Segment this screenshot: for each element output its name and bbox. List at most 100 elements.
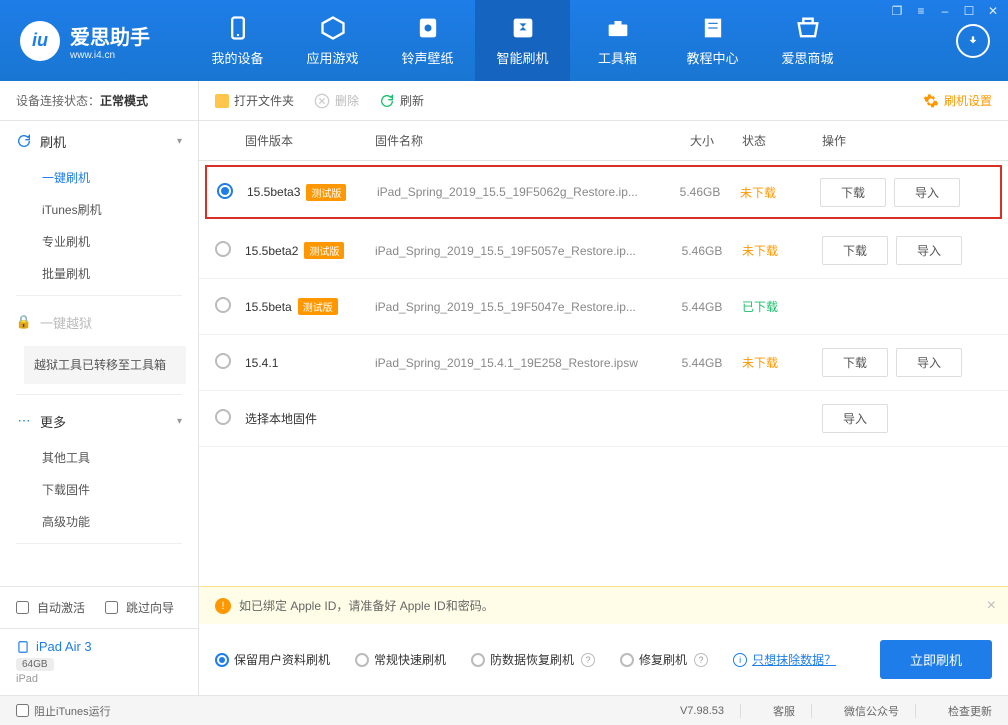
jailbreak-note: 越狱工具已转移至工具箱 xyxy=(24,346,186,384)
customer-service[interactable]: 客服 xyxy=(773,703,795,719)
menu-item-0-0[interactable]: 一键刷机 xyxy=(0,161,198,193)
radio[interactable] xyxy=(620,653,634,667)
window-maximize[interactable]: ☐ xyxy=(962,4,976,18)
firmware-status: 已下载 xyxy=(742,298,822,315)
app-url: www.i4.cn xyxy=(70,50,150,61)
version: V7.98.53 xyxy=(680,705,724,717)
flash-option-3[interactable]: 修复刷机? xyxy=(620,651,708,668)
import-button[interactable]: 导入 xyxy=(894,178,960,207)
firmware-row-2[interactable]: 15.5beta测试版 iPad_Spring_2019_15.5_19F504… xyxy=(199,279,1008,335)
firmware-status: 未下载 xyxy=(742,354,822,371)
menu-item-0-3[interactable]: 批量刷机 xyxy=(0,257,198,289)
device-info[interactable]: iPad Air 3 64GB iPad xyxy=(0,628,198,695)
firmware-size: 5.46GB xyxy=(662,244,742,258)
delete-button[interactable]: 删除 xyxy=(314,92,359,109)
app-title: 爱思助手 xyxy=(70,21,150,50)
firmware-version: 15.4.1 xyxy=(245,356,375,370)
flash-option-label: 防数据恢复刷机 xyxy=(490,651,574,668)
download-button[interactable]: 下载 xyxy=(820,178,886,207)
window-minimize[interactable]: – xyxy=(938,4,952,18)
import-button[interactable]: 导入 xyxy=(896,348,962,377)
row-radio[interactable] xyxy=(217,183,233,199)
firmware-version: 15.5beta测试版 xyxy=(245,298,375,315)
content: 打开文件夹 删除 刷新 刷机设置 固件版本 固件名称 大小 状态 操作 xyxy=(199,81,1008,695)
flash-option-0[interactable]: 保留用户资料刷机 xyxy=(215,651,330,668)
window-controls: ❐ ≡ – ☐ ✕ xyxy=(890,4,1000,18)
firmware-filename: iPad_Spring_2019_15.4.1_19E258_Restore.i… xyxy=(375,356,662,370)
firmware-row-0[interactable]: 15.5beta3测试版 iPad_Spring_2019_15.5_19F50… xyxy=(205,165,1002,219)
menu-item-2-2[interactable]: 高级功能 xyxy=(0,505,198,537)
alert-close[interactable]: × xyxy=(987,597,996,615)
refresh-icon xyxy=(379,93,395,109)
flash-now-button[interactable]: 立即刷机 xyxy=(880,640,992,679)
device-storage: 64GB xyxy=(16,658,54,671)
radio[interactable] xyxy=(471,653,485,667)
toolbox-icon xyxy=(604,14,632,42)
radio[interactable] xyxy=(215,653,229,667)
device-icon xyxy=(224,14,252,42)
row-actions: 下载导入 xyxy=(822,236,992,265)
firmware-row-1[interactable]: 15.5beta2测试版 iPad_Spring_2019_15.5_19F50… xyxy=(199,223,1008,279)
check-update[interactable]: 检查更新 xyxy=(948,703,992,719)
header: ❐ ≡ – ☐ ✕ iu 爱思助手 www.i4.cn 我的设备应用游戏铃声壁纸… xyxy=(0,0,1008,81)
chevron-down-icon: ▾ xyxy=(177,136,182,147)
nav-apps[interactable]: 应用游戏 xyxy=(285,0,380,81)
skip-guide-checkbox[interactable] xyxy=(105,601,118,614)
nav-music[interactable]: 铃声壁纸 xyxy=(380,0,475,81)
nav-store[interactable]: 爱思商城 xyxy=(760,0,855,81)
flash-option-label: 保留用户资料刷机 xyxy=(234,651,330,668)
refresh-button[interactable]: 刷新 xyxy=(379,92,424,109)
import-button[interactable]: 导入 xyxy=(822,404,888,433)
erase-data-link-wrap: i只想抹除数据？ xyxy=(733,651,836,668)
toolbar: 打开文件夹 删除 刷新 刷机设置 xyxy=(199,81,1008,121)
firmware-size: 5.44GB xyxy=(662,356,742,370)
window-close[interactable]: ✕ xyxy=(986,4,1000,18)
auto-activate-checkbox[interactable] xyxy=(16,601,29,614)
row-radio[interactable] xyxy=(215,241,231,257)
nav-book[interactable]: 教程中心 xyxy=(665,0,760,81)
nav-label: 教程中心 xyxy=(686,48,738,67)
firmware-row-3[interactable]: 15.4.1 iPad_Spring_2019_15.4.1_19E258_Re… xyxy=(199,335,1008,391)
import-button[interactable]: 导入 xyxy=(896,236,962,265)
help-icon[interactable]: ? xyxy=(581,653,595,667)
sidebar: 设备连接状态： 正常模式 刷机▾一键刷机iTunes刷机专业刷机批量刷机🔒一键越… xyxy=(0,81,199,695)
nav-device[interactable]: 我的设备 xyxy=(190,0,285,81)
flash-option-1[interactable]: 常规快速刷机 xyxy=(355,651,446,668)
firmware-row-4[interactable]: 选择本地固件 导入 xyxy=(199,391,1008,447)
radio[interactable] xyxy=(355,653,369,667)
wechat-official[interactable]: 微信公众号 xyxy=(844,703,899,719)
logo[interactable]: iu 爱思助手 www.i4.cn xyxy=(20,21,150,61)
folder-icon xyxy=(215,94,229,108)
download-button[interactable]: 下载 xyxy=(822,348,888,377)
download-indicator-icon[interactable] xyxy=(956,24,990,58)
nav-flash[interactable]: 智能刷机 xyxy=(475,0,570,81)
window-btn-1[interactable]: ❐ xyxy=(890,4,904,18)
firmware-size: 5.44GB xyxy=(662,300,742,314)
open-folder-button[interactable]: 打开文件夹 xyxy=(215,92,294,109)
nav-label: 爱思商城 xyxy=(781,48,833,67)
th-version: 固件版本 xyxy=(245,132,375,149)
row-radio[interactable] xyxy=(215,353,231,369)
block-itunes-checkbox[interactable] xyxy=(16,704,29,717)
row-radio[interactable] xyxy=(215,409,231,425)
window-btn-2[interactable]: ≡ xyxy=(914,4,928,18)
menu-item-0-2[interactable]: 专业刷机 xyxy=(0,225,198,257)
row-radio[interactable] xyxy=(215,297,231,313)
download-button[interactable]: 下载 xyxy=(822,236,888,265)
row-actions: 下载导入 xyxy=(822,348,992,377)
alert-text: 如已绑定 Apple ID，请准备好 Apple ID和密码。 xyxy=(239,597,494,614)
menu-item-0-1[interactable]: iTunes刷机 xyxy=(0,193,198,225)
flash-settings-button[interactable]: 刷机设置 xyxy=(923,92,992,109)
nav-toolbox[interactable]: 工具箱 xyxy=(570,0,665,81)
menu-item-2-1[interactable]: 下载固件 xyxy=(0,473,198,505)
help-icon[interactable]: ? xyxy=(694,653,708,667)
nav-label: 工具箱 xyxy=(598,48,637,67)
menu-item-2-0[interactable]: 其他工具 xyxy=(0,441,198,473)
flash-icon xyxy=(509,14,537,42)
menu-group-2[interactable]: ⋯更多▾ xyxy=(0,401,198,441)
erase-data-link[interactable]: 只想抹除数据？ xyxy=(752,651,836,668)
menu-group-0[interactable]: 刷机▾ xyxy=(0,121,198,161)
row-actions: 下载导入 xyxy=(820,178,990,207)
flash-option-2[interactable]: 防数据恢复刷机? xyxy=(471,651,595,668)
th-status: 状态 xyxy=(742,132,822,149)
